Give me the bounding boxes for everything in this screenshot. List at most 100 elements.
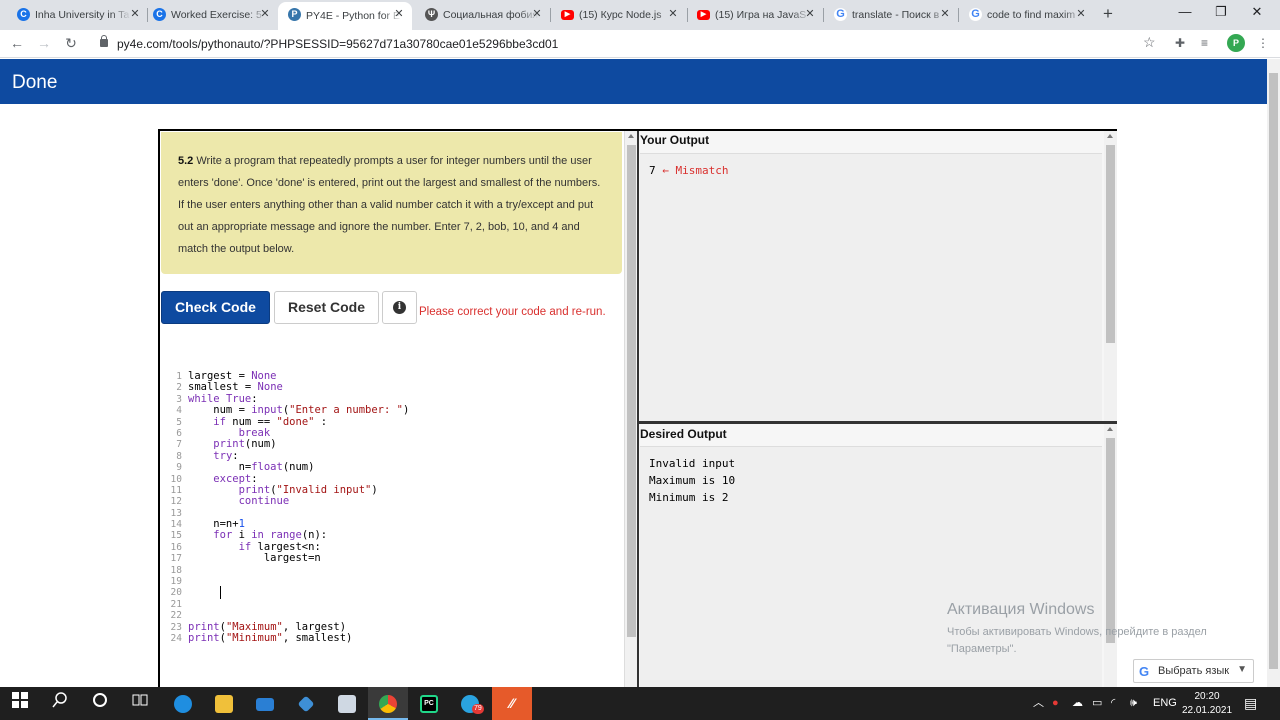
battery-icon[interactable]: ▭ <box>1092 687 1102 720</box>
bookmark-star-icon[interactable]: ☆ <box>1143 34 1156 51</box>
pycharm-icon[interactable]: PC <box>409 687 449 720</box>
notifications-icon[interactable]: ▤ <box>1244 687 1257 720</box>
reload-button[interactable]: ↻ <box>62 35 80 52</box>
start-windows-icon[interactable] <box>0 687 40 720</box>
line-number: 19 <box>170 576 182 588</box>
line-number: 3 <box>176 393 182 405</box>
your-output-header: Your Output <box>640 133 710 147</box>
line-number: 17 <box>170 553 182 565</box>
volume-icon[interactable]: 🕪 <box>1130 687 1137 720</box>
browser-tab-2[interactable]: C Worked Exercise: 5 ✕ <box>153 2 272 28</box>
output-line: 7 ← Mismatch <box>649 164 728 177</box>
code-line[interactable]: 17 largest=n <box>168 552 608 565</box>
vscode-icon[interactable] <box>286 687 326 720</box>
close-tab-icon[interactable]: ✕ <box>666 7 680 21</box>
desired-output-scroll-thumb[interactable] <box>1106 438 1115 643</box>
wifi-icon[interactable]: ◜ <box>1111 687 1115 720</box>
line-number: 21 <box>170 598 182 610</box>
clock-date: 22.01.2021 <box>1181 705 1233 716</box>
code-line[interactable]: 19 <box>168 576 608 587</box>
problem-number: 5.2 <box>178 155 194 167</box>
windows-activation-title: Активация Windows <box>947 601 1095 618</box>
task-view-icon[interactable] <box>120 687 160 720</box>
left-pane-scroll-thumb[interactable] <box>627 145 636 637</box>
youtube-icon: ▶ <box>697 10 710 20</box>
close-tab-icon[interactable]: ✕ <box>258 7 272 21</box>
close-tab-icon[interactable]: ✕ <box>803 7 817 21</box>
code-line[interactable]: 12 continue <box>168 495 608 508</box>
scroll-up-arrow-icon[interactable] <box>1107 134 1113 138</box>
close-tab-icon[interactable]: ✕ <box>938 7 952 21</box>
browser-tab-3-active[interactable]: P PY4E - Python for E ✕ <box>278 2 412 30</box>
browser-menu-icon[interactable]: ⋮ <box>1257 36 1269 50</box>
browser-tab-4[interactable]: Ψ Социальная фобия ✕ <box>425 2 544 28</box>
new-tab-button[interactable]: + <box>1103 5 1113 22</box>
code-text: continue <box>238 495 290 508</box>
line-number: 5 <box>176 416 182 428</box>
close-tab-icon[interactable]: ✕ <box>128 7 142 21</box>
your-output-scrollbar[interactable] <box>1104 131 1117 421</box>
browser-tab-5[interactable]: ▶ (15) Курс Node.js ✕ <box>561 2 680 28</box>
edge-icon[interactable] <box>163 687 203 720</box>
left-pane-scrollbar[interactable] <box>624 131 637 687</box>
mail-icon[interactable] <box>245 687 285 720</box>
line-number: 14 <box>170 519 182 531</box>
language-indicator[interactable]: ENG <box>1153 687 1177 720</box>
line-number: 11 <box>170 484 182 496</box>
page-scrollbar[interactable] <box>1267 59 1280 687</box>
your-output-panel: Your Output 7 ← Mismatch <box>639 131 1117 421</box>
page-scroll-thumb[interactable] <box>1269 73 1278 669</box>
reading-list-icon[interactable]: ≡ <box>1201 36 1208 50</box>
maximize-window-button[interactable]: ❐ <box>1206 4 1236 20</box>
code-editor[interactable]: 1 largest = None 2 smallest = None 3 while Tr… <box>168 370 608 671</box>
browser-tab-8[interactable]: G code to find maxim ✕ <box>969 2 1088 28</box>
profile-avatar[interactable]: P <box>1227 34 1245 52</box>
back-button[interactable]: ← <box>8 35 26 51</box>
app-icon[interactable]: ⁄⁄ <box>492 687 532 720</box>
search-icon[interactable] <box>40 687 80 720</box>
google-translate-widget[interactable]: G Выбрать язык ▼ <box>1133 659 1254 683</box>
windows-taskbar: PC 79 ⁄⁄ ︿ ● ☁ ▭ ◜ 🕪 ENG 20:20 22.01.202… <box>0 687 1280 720</box>
minimize-window-button[interactable]: — <box>1170 4 1200 19</box>
onedrive-cloud-icon[interactable]: ☁ <box>1072 687 1083 720</box>
file-explorer-icon[interactable] <box>204 687 244 720</box>
youtube-icon: ▶ <box>561 10 574 20</box>
reset-code-button[interactable]: Reset Code <box>274 291 379 324</box>
photos-app-icon[interactable] <box>327 687 367 720</box>
psi-icon: Ψ <box>425 8 438 21</box>
close-window-button[interactable]: ✕ <box>1242 4 1272 20</box>
system-clock[interactable]: 20:20 22.01.2021 <box>1178 690 1236 718</box>
telegram-icon[interactable]: 79 <box>450 687 490 720</box>
chevron-down-icon: ▼ <box>1237 664 1247 675</box>
code-line[interactable]: 4 num = input("Enter a number: ") <box>168 404 608 416</box>
browser-tab-6[interactable]: ▶ (15) Игра на JavaS ✕ <box>697 2 817 28</box>
check-code-button[interactable]: Check Code <box>161 291 270 324</box>
code-line[interactable]: 24 print("Minimum", smallest) <box>168 631 608 644</box>
your-output-content: 7 ← Mismatch <box>640 153 1102 421</box>
antivirus-icon[interactable]: ● <box>1052 687 1059 720</box>
cortana-icon[interactable] <box>80 687 120 720</box>
close-tab-icon[interactable]: ✕ <box>1074 7 1088 21</box>
url-text[interactable]: py4e.com/tools/pythonauto/?PHPSESSID=956… <box>117 37 558 51</box>
line-number: 2 <box>176 382 182 394</box>
your-output-scroll-thumb[interactable] <box>1106 145 1115 343</box>
browser-tab-1[interactable]: C Inha University in Ta ✕ <box>17 2 142 28</box>
tab-separator <box>147 8 148 22</box>
close-tab-icon[interactable]: ✕ <box>530 7 544 21</box>
code-line[interactable]: 20 <box>168 587 608 598</box>
chevron-up-icon[interactable]: ︿ <box>1033 687 1044 720</box>
clock-time: 20:20 <box>1194 691 1220 702</box>
scroll-up-arrow-icon[interactable] <box>628 134 634 138</box>
scroll-up-arrow-icon[interactable] <box>1107 427 1113 431</box>
extensions-puzzle-icon[interactable]: ✚ <box>1175 36 1185 50</box>
forward-button[interactable]: → <box>35 35 53 51</box>
address-bar[interactable]: py4e.com/tools/pythonauto/?PHPSESSID=956… <box>92 33 1167 55</box>
browser-tab-7[interactable]: G translate - Поиск в ✕ <box>834 2 952 28</box>
close-tab-icon[interactable]: ✕ <box>392 7 406 21</box>
code-text: largest=n <box>188 552 321 565</box>
code-line[interactable]: 21 <box>168 599 608 610</box>
info-button[interactable]: i <box>382 291 417 324</box>
code-line[interactable]: 18 <box>168 565 608 576</box>
chrome-taskbar-icon[interactable] <box>368 687 408 720</box>
code-text: print("Minimum", smallest) <box>188 631 353 644</box>
